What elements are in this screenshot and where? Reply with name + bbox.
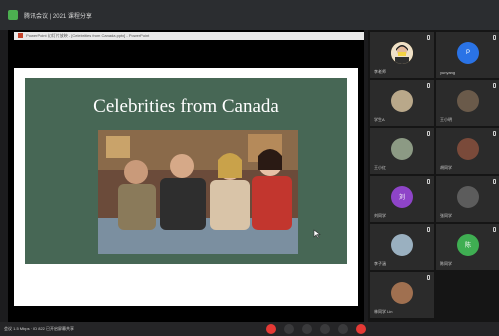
presentation-canvas: Celebrities from Canada	[14, 68, 358, 306]
mic-icon	[493, 179, 496, 184]
screen-share-area: PowerPoint 幻灯片放映 - [Celebrities from Can…	[8, 30, 364, 336]
app-logo-icon	[8, 10, 18, 20]
participant-name: 刘同学	[374, 213, 386, 218]
powerpoint-title: PowerPoint 幻灯片放映 - [Celebrities from Can…	[26, 33, 150, 38]
meeting-info: 会议 1.5 Mbps · ID 822 已开启屏幕共享	[4, 326, 75, 331]
avatar	[457, 137, 479, 160]
participant-tile[interactable]: P yunyang	[436, 32, 499, 78]
participant-name: 张同学	[440, 213, 452, 218]
mic-icon	[427, 275, 430, 280]
mic-icon	[427, 83, 430, 88]
participant-tile[interactable]: 陈 陈同学	[436, 224, 499, 270]
avatar	[457, 185, 479, 208]
powerpoint-title-bar: PowerPoint 幻灯片放映 - [Celebrities from Can…	[14, 32, 364, 40]
participant-name: 学生A	[374, 117, 385, 122]
participant-name: 王小明	[440, 117, 452, 122]
avatar	[391, 41, 413, 64]
mic-icon	[427, 179, 430, 184]
participant-tile[interactable]: 林同学 Lin	[370, 272, 434, 318]
participant-name: 陈同学	[440, 261, 452, 266]
avatar	[391, 89, 413, 112]
avatar: P	[457, 41, 479, 64]
slide-photo	[98, 130, 298, 254]
participants-icon[interactable]	[338, 324, 348, 334]
meeting-app-window: 腾讯会议 | 2021 课程分享 PowerPoint 幻灯片放映 - [Cel…	[0, 0, 499, 336]
participant-name: 李老师	[374, 69, 386, 74]
share-screen-icon[interactable]	[320, 324, 330, 334]
person-photo-icon	[391, 41, 413, 64]
avatar: 陈	[457, 233, 479, 256]
avatar	[391, 233, 413, 256]
mouse-pointer-icon	[313, 229, 321, 239]
avatar	[391, 137, 413, 160]
mic-icon	[427, 35, 430, 40]
mic-icon	[493, 131, 496, 136]
slide: Celebrities from Canada	[25, 78, 347, 264]
avatar	[391, 281, 413, 304]
participant-name: yunyang	[440, 70, 456, 75]
meeting-control-bar: 会议 1.5 Mbps · ID 822 已开启屏幕共享	[0, 322, 499, 336]
participant-name: 胡同学	[440, 165, 452, 170]
mic-toggle-icon[interactable]	[284, 324, 294, 334]
participant-tile[interactable]: 刘 刘同学	[370, 176, 434, 222]
window-title: 腾讯会议 | 2021 课程分享	[24, 13, 92, 20]
participant-name: 李子涵	[374, 261, 386, 266]
participant-gallery: 李老师 P yunyang 学生A 王小明 王小红 胡同学 刘 刘同学 张同学 …	[368, 30, 499, 322]
mic-icon	[493, 83, 496, 88]
participant-tile[interactable]: 王小红	[370, 128, 434, 174]
avatar: 刘	[391, 185, 413, 208]
title-bar: 腾讯会议 | 2021 课程分享	[0, 0, 499, 30]
participant-tile[interactable]: 李子涵	[370, 224, 434, 270]
mic-icon	[427, 131, 430, 136]
camera-toggle-icon[interactable]	[302, 324, 312, 334]
mic-icon	[427, 227, 430, 232]
participant-tile[interactable]: 李老师	[370, 32, 434, 78]
avatar	[457, 89, 479, 112]
powerpoint-icon	[18, 33, 23, 39]
participant-tile[interactable]: 学生A	[370, 80, 434, 126]
mic-icon	[493, 35, 496, 40]
participant-name: 王小红	[374, 165, 386, 170]
participant-tile[interactable]: 胡同学	[436, 128, 499, 174]
mic-icon	[493, 227, 496, 232]
participant-name: 林同学 Lin	[374, 309, 393, 314]
slide-title: Celebrities from Canada	[93, 96, 279, 117]
participant-tile[interactable]: 张同学	[436, 176, 499, 222]
leave-meeting-icon[interactable]	[356, 324, 366, 334]
end-call-icon[interactable]	[266, 324, 276, 334]
participant-tile[interactable]: 王小明	[436, 80, 499, 126]
